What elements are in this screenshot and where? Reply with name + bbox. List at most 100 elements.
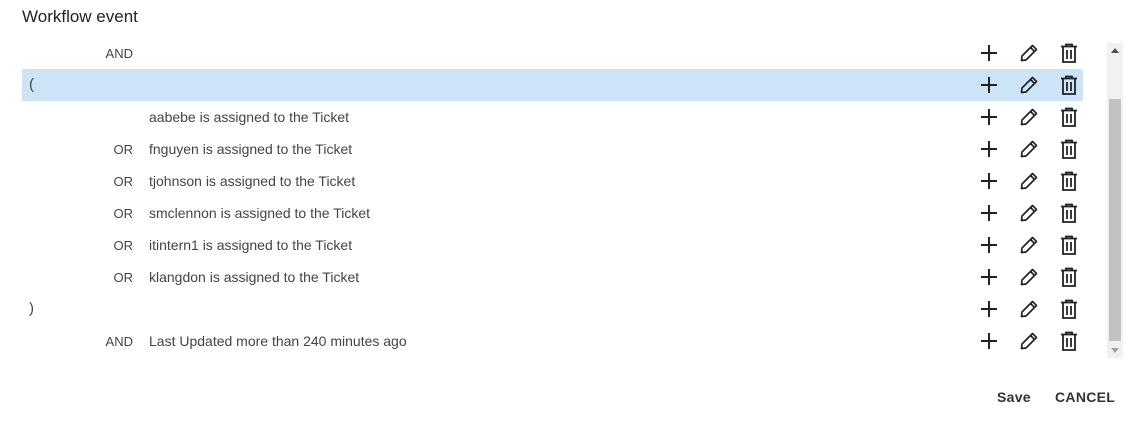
- pencil-icon: [1020, 76, 1038, 94]
- plus-icon: [981, 269, 997, 285]
- delete-rule-button[interactable]: [1049, 105, 1089, 129]
- row-actions: [969, 329, 1089, 353]
- row-actions: [969, 105, 1089, 129]
- plus-icon: [981, 205, 997, 221]
- logical-operator: OR: [113, 205, 134, 221]
- trash-icon: [1061, 43, 1077, 63]
- edit-rule-button[interactable]: [1009, 201, 1049, 225]
- add-rule-button[interactable]: [969, 297, 1009, 321]
- logical-operator: OR: [113, 173, 134, 189]
- rule-row-3[interactable]: aabebe is assigned to the Ticket: [22, 101, 1083, 133]
- plus-icon: [981, 301, 997, 317]
- pencil-icon: [1020, 44, 1038, 62]
- group-paren: (: [29, 76, 34, 93]
- pencil-icon: [1020, 300, 1038, 318]
- pencil-icon: [1020, 268, 1038, 286]
- trash-icon: [1061, 75, 1077, 95]
- add-rule-button[interactable]: [969, 73, 1009, 97]
- condition-text: tjohnson is assigned to the Ticket: [149, 173, 356, 189]
- add-rule-button[interactable]: [969, 169, 1009, 193]
- edit-rule-button[interactable]: [1009, 73, 1049, 97]
- rule-row-7[interactable]: OR itintern1 is assigned to the Ticket: [22, 229, 1083, 261]
- workflow-rule-list: AND (aabebe is assigned to the Ticket O…: [22, 37, 1083, 357]
- pencil-icon: [1020, 332, 1038, 350]
- condition-text: aabebe is assigned to the Ticket: [149, 109, 350, 125]
- condition-text: fnguyen is assigned to the Ticket: [149, 141, 353, 157]
- pencil-icon: [1020, 140, 1038, 158]
- delete-rule-button[interactable]: [1049, 41, 1089, 65]
- add-rule-button[interactable]: [969, 41, 1009, 65]
- edit-rule-button[interactable]: [1009, 297, 1049, 321]
- trash-icon: [1061, 299, 1077, 319]
- edit-rule-button[interactable]: [1009, 329, 1049, 353]
- delete-rule-button[interactable]: [1049, 137, 1089, 161]
- edit-rule-button[interactable]: [1009, 265, 1049, 289]
- rule-row-1[interactable]: AND: [22, 37, 1083, 69]
- plus-icon: [981, 173, 997, 189]
- delete-rule-button[interactable]: [1049, 233, 1089, 257]
- rule-row-8[interactable]: OR klangdon is assigned to the Ticket: [22, 261, 1083, 293]
- logical-operator: AND: [105, 45, 133, 61]
- delete-rule-button[interactable]: [1049, 265, 1089, 289]
- logical-operator: OR: [113, 269, 134, 285]
- row-actions: [969, 169, 1089, 193]
- add-rule-button[interactable]: [969, 105, 1009, 129]
- trash-icon: [1061, 203, 1077, 223]
- rule-row-4[interactable]: OR fnguyen is assigned to the Ticket: [22, 133, 1083, 165]
- logical-operator: OR: [113, 141, 134, 157]
- rule-row-10[interactable]: AND Last Updated more than 240 minutes a…: [22, 325, 1083, 357]
- trash-icon: [1061, 235, 1077, 255]
- condition-text: itintern1 is assigned to the Ticket: [149, 237, 353, 253]
- cancel-button[interactable]: CANCEL: [1055, 389, 1115, 405]
- condition-text: klangdon is assigned to the Ticket: [149, 269, 360, 285]
- add-rule-button[interactable]: [969, 265, 1009, 289]
- delete-rule-button[interactable]: [1049, 329, 1089, 353]
- delete-rule-button[interactable]: [1049, 297, 1089, 321]
- edit-rule-button[interactable]: [1009, 169, 1049, 193]
- add-rule-button[interactable]: [969, 137, 1009, 161]
- plus-icon: [981, 77, 997, 93]
- pencil-icon: [1020, 108, 1038, 126]
- rule-row-5[interactable]: OR tjohnson is assigned to the Ticket: [22, 165, 1083, 197]
- delete-rule-button[interactable]: [1049, 73, 1089, 97]
- condition-text: smclennon is assigned to the Ticket: [149, 205, 371, 221]
- vertical-scrollbar[interactable]: [1107, 43, 1123, 358]
- trash-icon: [1061, 267, 1077, 287]
- row-actions: [969, 137, 1089, 161]
- rule-row-2[interactable]: (: [22, 69, 1083, 101]
- row-actions: [969, 265, 1089, 289]
- logical-operator: AND: [105, 333, 133, 349]
- plus-icon: [981, 45, 997, 61]
- plus-icon: [981, 237, 997, 253]
- add-rule-button[interactable]: [969, 233, 1009, 257]
- delete-rule-button[interactable]: [1049, 201, 1089, 225]
- trash-icon: [1061, 331, 1077, 351]
- scroll-up-arrow-icon[interactable]: [1107, 43, 1123, 57]
- pencil-icon: [1020, 204, 1038, 222]
- row-actions: [969, 233, 1089, 257]
- edit-rule-button[interactable]: [1009, 233, 1049, 257]
- add-rule-button[interactable]: [969, 201, 1009, 225]
- edit-rule-button[interactable]: [1009, 41, 1049, 65]
- trash-icon: [1061, 171, 1077, 191]
- edit-rule-button[interactable]: [1009, 105, 1049, 129]
- condition-text: Last Updated more than 240 minutes ago: [149, 333, 407, 349]
- group-paren: ): [29, 300, 34, 317]
- scroll-down-arrow-icon[interactable]: [1107, 344, 1123, 358]
- dialog-title: Workflow event: [22, 7, 138, 26]
- plus-icon: [981, 333, 997, 349]
- row-actions: [969, 73, 1089, 97]
- delete-rule-button[interactable]: [1049, 169, 1089, 193]
- logical-operator: OR: [113, 237, 134, 253]
- plus-icon: [981, 141, 997, 157]
- dialog-footer: Save CANCEL: [0, 389, 1129, 413]
- save-button[interactable]: Save: [997, 389, 1031, 405]
- rule-row-6[interactable]: OR smclennon is assigned to the Ticket: [22, 197, 1083, 229]
- edit-rule-button[interactable]: [1009, 137, 1049, 161]
- plus-icon: [981, 109, 997, 125]
- row-actions: [969, 297, 1089, 321]
- row-actions: [969, 201, 1089, 225]
- scroll-thumb[interactable]: [1109, 99, 1121, 341]
- add-rule-button[interactable]: [969, 329, 1009, 353]
- rule-row-9[interactable]: ): [22, 293, 1083, 325]
